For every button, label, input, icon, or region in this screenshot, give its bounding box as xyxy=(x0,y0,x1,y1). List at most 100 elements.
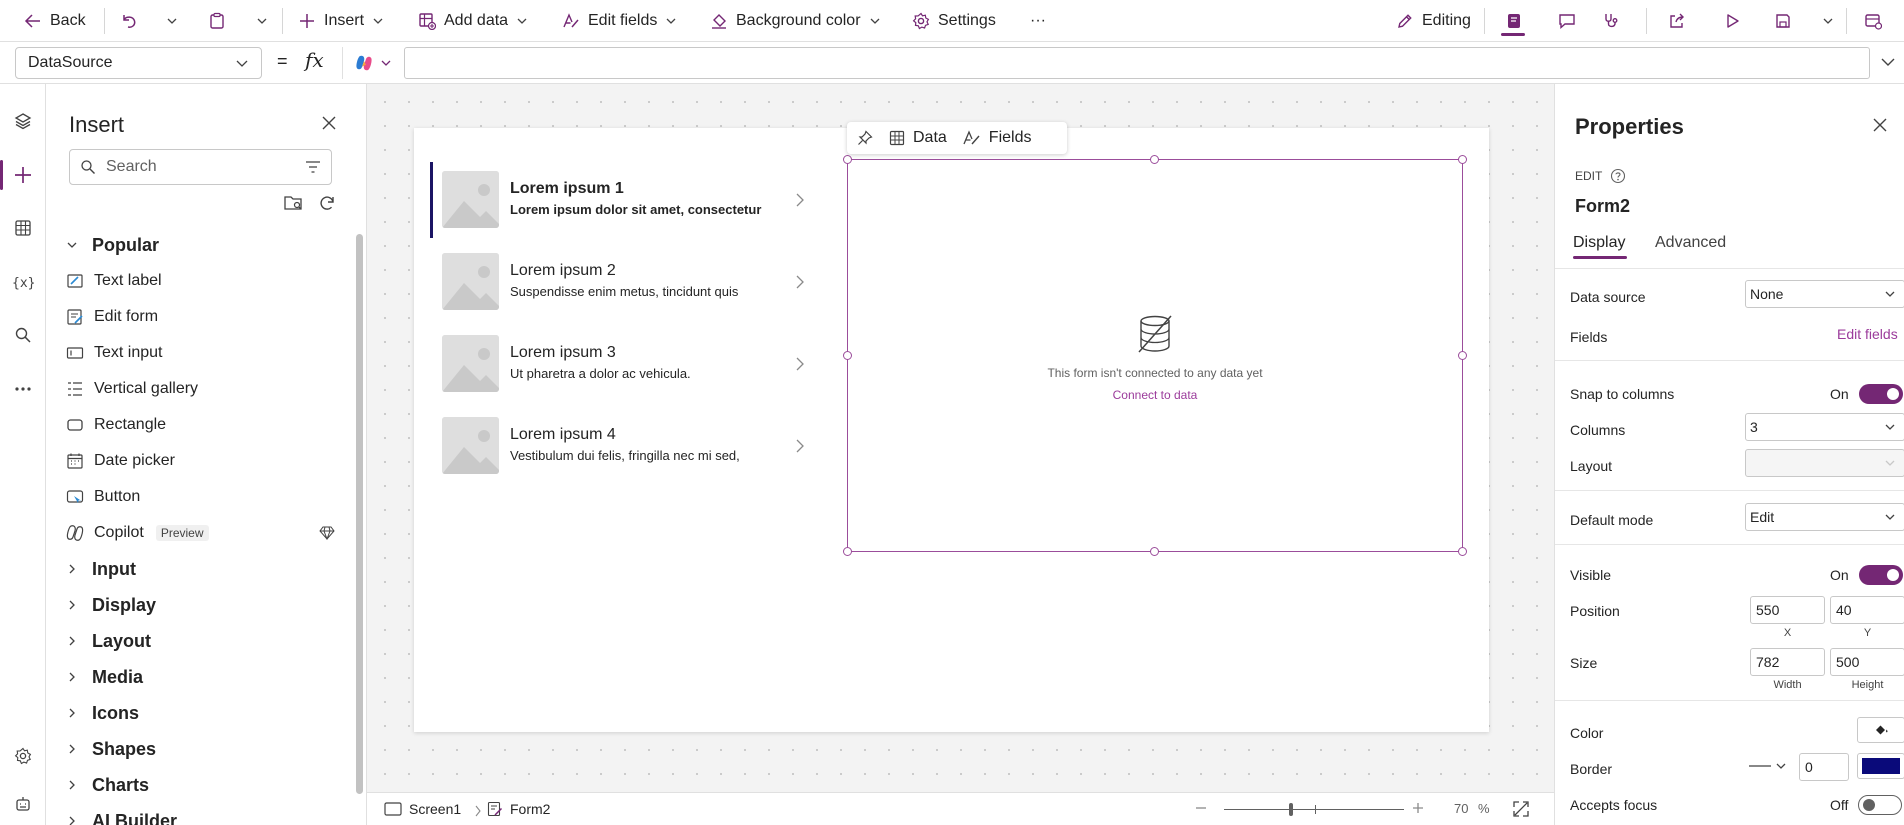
edit-fields-button[interactable]: Edit fields xyxy=(562,6,677,36)
insert-menu-button[interactable]: Insert xyxy=(298,6,384,36)
editing-mode-button[interactable]: Editing xyxy=(1396,6,1471,36)
accepts-focus-toggle[interactable] xyxy=(1858,795,1903,815)
chevron-right-icon[interactable] xyxy=(794,274,806,290)
category-display[interactable]: Display xyxy=(64,590,156,620)
category-media[interactable]: Media xyxy=(64,662,143,692)
border-width-input[interactable]: 0 xyxy=(1799,753,1849,781)
formula-input[interactable] xyxy=(404,47,1870,79)
resize-handle[interactable] xyxy=(1150,155,1159,164)
search-rail-button[interactable] xyxy=(0,312,46,358)
position-y-input[interactable]: 40 xyxy=(1830,596,1904,624)
paste-dropdown[interactable] xyxy=(256,6,268,36)
expand-formula-button[interactable] xyxy=(1880,54,1896,70)
gallery-item[interactable]: Lorem ipsum 2 Suspendisse enim metus, ti… xyxy=(430,244,815,324)
resize-handle[interactable] xyxy=(843,155,852,164)
category-charts[interactable]: Charts xyxy=(64,770,149,800)
virtual-agent-rail-button[interactable] xyxy=(0,781,46,825)
zoom-out-icon[interactable] xyxy=(1193,800,1209,816)
form-control[interactable] xyxy=(847,159,1463,552)
connect-to-data-link[interactable]: Connect to data xyxy=(847,388,1463,402)
more-button[interactable]: ··· xyxy=(1030,6,1046,36)
gallery-item[interactable]: Lorem ipsum 1 Lorem ipsum dolor sit amet… xyxy=(430,162,815,242)
color-picker-button[interactable] xyxy=(1857,717,1904,743)
zoom-in-icon[interactable] xyxy=(1410,800,1426,816)
insert-item-copilot[interactable]: Copilot Preview xyxy=(66,518,209,548)
folder-search-icon[interactable] xyxy=(284,194,304,212)
category-icons[interactable]: Icons xyxy=(64,698,139,728)
category-input[interactable]: Input xyxy=(64,554,136,584)
breadcrumb-screen[interactable]: Screen1 xyxy=(384,801,461,817)
resize-handle[interactable] xyxy=(1458,547,1467,556)
layout-dropdown[interactable] xyxy=(1745,449,1904,477)
visible-toggle[interactable] xyxy=(1858,565,1903,585)
category-popular[interactable]: Popular xyxy=(64,230,159,260)
resize-handle[interactable] xyxy=(843,351,852,360)
settings-rail-button[interactable] xyxy=(0,733,46,779)
size-height-input[interactable]: 500 xyxy=(1830,648,1904,676)
category-ai-builder[interactable]: AI Builder xyxy=(64,806,177,825)
back-button[interactable]: Back xyxy=(24,6,86,36)
copilot-formula-button[interactable] xyxy=(342,47,402,79)
default-mode-dropdown[interactable]: Edit xyxy=(1745,503,1904,531)
publish-button[interactable] xyxy=(1864,6,1882,36)
resize-handle[interactable] xyxy=(843,547,852,556)
share-button[interactable] xyxy=(1668,6,1686,36)
tab-advanced[interactable]: Advanced xyxy=(1655,234,1726,252)
more-rail-button[interactable] xyxy=(0,366,46,412)
preview-play-button[interactable] xyxy=(1723,6,1741,36)
insert-item-rectangle[interactable]: Rectangle xyxy=(66,410,166,440)
pin-button[interactable] xyxy=(857,130,873,146)
insert-item-button[interactable]: Button xyxy=(66,482,140,512)
insert-item-vertical-gallery[interactable]: Vertical gallery xyxy=(66,374,198,404)
insert-search-input[interactable] xyxy=(106,158,286,176)
gallery-item[interactable]: Lorem ipsum 3 Ut pharetra a dolor ac veh… xyxy=(430,326,815,406)
zoom-slider-thumb[interactable] xyxy=(1289,803,1293,816)
edit-fields-link[interactable]: Edit fields xyxy=(1837,326,1898,342)
variables-rail-button[interactable]: {x} xyxy=(0,259,46,305)
add-data-button[interactable]: Add data xyxy=(418,6,528,36)
close-properties-button[interactable] xyxy=(1873,118,1887,132)
chevron-right-icon[interactable] xyxy=(794,192,806,208)
insert-item-text-input[interactable]: Text input xyxy=(66,338,162,368)
undo-button[interactable] xyxy=(120,6,138,36)
filter-icon[interactable] xyxy=(305,160,321,174)
zoom-value[interactable]: 70 xyxy=(1454,801,1468,816)
size-width-input[interactable]: 782 xyxy=(1750,648,1825,676)
settings-button[interactable]: Settings xyxy=(912,6,996,36)
border-style-dropdown[interactable] xyxy=(1745,753,1793,779)
insert-item-date-picker[interactable]: Date picker xyxy=(66,446,175,476)
data-source-dropdown[interactable]: None xyxy=(1745,280,1904,308)
resize-handle[interactable] xyxy=(1458,351,1467,360)
app-checker-button[interactable] xyxy=(1505,6,1523,36)
position-x-input[interactable]: 550 xyxy=(1750,596,1825,624)
breadcrumb-control[interactable]: Form2 xyxy=(487,801,550,817)
form-data-button[interactable]: Data xyxy=(889,129,947,147)
chevron-right-icon[interactable] xyxy=(794,356,806,372)
paste-button[interactable] xyxy=(208,6,226,36)
fit-to-window-icon[interactable] xyxy=(1512,800,1530,818)
chevron-right-icon[interactable] xyxy=(794,438,806,454)
resize-handle[interactable] xyxy=(1150,547,1159,556)
snap-to-columns-toggle[interactable] xyxy=(1858,384,1903,404)
border-color-button[interactable] xyxy=(1857,753,1904,779)
save-button[interactable] xyxy=(1774,6,1792,36)
save-dropdown[interactable] xyxy=(1822,6,1834,36)
zoom-slider-track[interactable] xyxy=(1224,809,1404,810)
refresh-icon[interactable] xyxy=(318,194,336,212)
insert-item-edit-form[interactable]: Edit form xyxy=(66,302,158,332)
comments-button[interactable] xyxy=(1558,6,1576,36)
category-shapes[interactable]: Shapes xyxy=(64,734,156,764)
insert-pane-scrollbar[interactable] xyxy=(356,234,363,794)
health-monitor-button[interactable] xyxy=(1602,6,1620,36)
insert-rail-button[interactable] xyxy=(0,152,46,198)
insert-search-box[interactable] xyxy=(69,149,332,185)
help-icon[interactable] xyxy=(1610,168,1626,184)
category-layout[interactable]: Layout xyxy=(64,626,151,656)
tab-display[interactable]: Display xyxy=(1573,234,1625,252)
property-selector[interactable]: DataSource xyxy=(15,47,262,79)
undo-dropdown[interactable] xyxy=(166,6,178,36)
data-rail-button[interactable] xyxy=(0,205,46,251)
columns-dropdown[interactable]: 3 xyxy=(1745,413,1904,441)
gallery-item[interactable]: Lorem ipsum 4 Vestibulum dui felis, frin… xyxy=(430,408,815,488)
close-insert-pane-button[interactable] xyxy=(322,116,336,130)
